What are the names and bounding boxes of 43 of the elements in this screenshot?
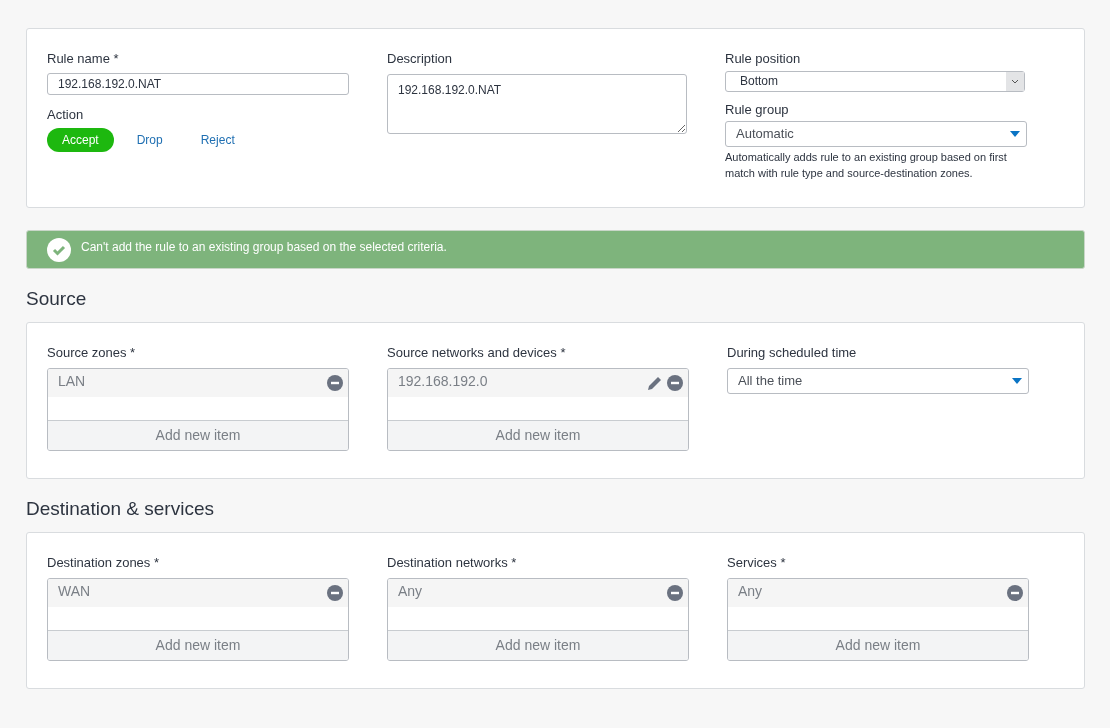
add-new-item-button[interactable]: Add new item bbox=[48, 419, 348, 450]
list-item[interactable]: Any bbox=[728, 578, 1028, 607]
list-item[interactable]: WAN bbox=[48, 578, 348, 607]
remove-icon[interactable] bbox=[327, 584, 343, 601]
rule-group-select[interactable]: Automatic bbox=[725, 121, 1027, 147]
dropdown-caret-icon bbox=[1010, 131, 1020, 137]
remove-icon[interactable] bbox=[327, 374, 343, 391]
field-label: Rule name * bbox=[47, 50, 120, 68]
list-item[interactable]: LAN bbox=[48, 368, 348, 397]
field-label: Destination zones * bbox=[47, 554, 160, 572]
field-label: Services * bbox=[727, 554, 787, 572]
remove-icon[interactable] bbox=[667, 584, 683, 601]
field-label: Action bbox=[47, 105, 85, 124]
banner-message: Can't add the rule to an existing group based on the selected criteria. bbox=[81, 238, 447, 256]
add-new-item-button[interactable]: Add new item bbox=[728, 629, 1028, 660]
action-toggle[interactable]: Drop bbox=[121, 128, 178, 152]
field-label: Description bbox=[387, 50, 454, 68]
input-field[interactable]: 192.168.192.0.NAT bbox=[47, 72, 349, 95]
dropdown-caret-icon bbox=[1012, 377, 1022, 384]
field-label: Source networks and devices * bbox=[387, 344, 567, 362]
pencil-icon[interactable] bbox=[647, 374, 663, 391]
section-title: Destination & services bbox=[26, 497, 215, 519]
action-toggle[interactable]: Reject bbox=[185, 128, 250, 152]
add-new-item-button[interactable]: Add new item bbox=[48, 629, 348, 660]
field-label: Destination networks * bbox=[387, 554, 518, 572]
field-label: During scheduled time bbox=[727, 344, 858, 362]
list-item[interactable]: 192.168.192.0 bbox=[388, 368, 688, 397]
list-item[interactable]: Any bbox=[388, 578, 688, 607]
field-label: Source zones * bbox=[47, 344, 137, 362]
field-label: Rule group bbox=[725, 100, 790, 119]
help-text: Automatically adds rule to an existing group based on first match with rule type and source-destination zones. bbox=[725, 150, 1008, 181]
remove-icon[interactable] bbox=[667, 374, 683, 391]
check-circle-icon bbox=[47, 237, 71, 262]
action-toggle[interactable]: Accept bbox=[47, 128, 114, 152]
field-label: Rule position bbox=[725, 50, 802, 68]
section-title: Source bbox=[26, 287, 88, 309]
remove-icon[interactable] bbox=[1007, 584, 1023, 601]
rule-position-select[interactable]: Bottom bbox=[725, 70, 1025, 92]
chevron-down-icon bbox=[1006, 71, 1024, 91]
select-field[interactable]: All the time bbox=[727, 367, 1029, 394]
add-new-item-button[interactable]: Add new item bbox=[388, 419, 688, 450]
description-field[interactable]: 192.168.192.0.NAT bbox=[387, 73, 687, 134]
add-new-item-button[interactable]: Add new item bbox=[388, 629, 688, 660]
